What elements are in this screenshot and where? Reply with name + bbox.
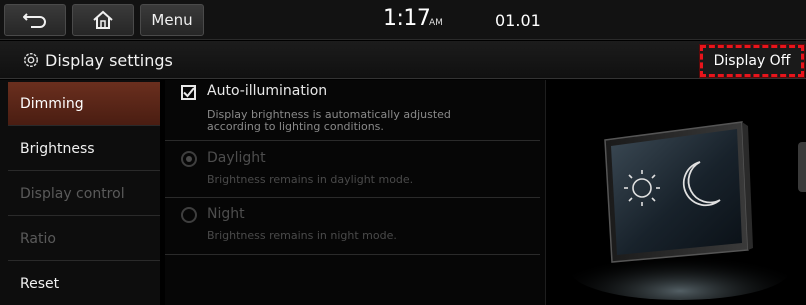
auto-illumination-checkbox[interactable] <box>181 85 196 100</box>
divider <box>165 254 540 255</box>
daylight-desc: Brightness remains in daylight mode. <box>207 173 414 186</box>
page-title: Display settings <box>45 51 173 70</box>
auto-illumination-option[interactable]: Auto-illumination Display brightness is … <box>165 80 540 140</box>
home-icon <box>93 10 113 29</box>
sidebar-item-label: Brightness <box>20 140 95 157</box>
night-label: Night <box>207 206 245 222</box>
menu-button[interactable]: Menu <box>140 4 204 36</box>
sidebar-item-label: Reset <box>20 276 60 292</box>
sidebar-item-ratio: Ratio <box>8 217 160 261</box>
home-button[interactable] <box>72 4 134 36</box>
side-handle[interactable] <box>798 142 806 192</box>
dimming-options-panel: Auto-illumination Display brightness is … <box>165 80 545 305</box>
night-radio <box>181 207 197 223</box>
back-arrow-icon <box>23 13 46 28</box>
sidebar-item-display-control: Display control <box>8 172 160 216</box>
display-off-button[interactable]: Display Off <box>699 44 805 78</box>
daylight-radio <box>181 151 197 167</box>
panel-separator <box>545 80 546 305</box>
menu-button-label: Menu <box>151 11 193 29</box>
sidebar-item-dimming[interactable]: Dimming <box>8 82 160 126</box>
night-option: Night Brightness remains in night mode. <box>165 198 540 254</box>
auto-illumination-desc-line2: according to lighting conditions. <box>207 120 384 133</box>
clock-date: 01.01 <box>495 11 541 30</box>
back-button[interactable] <box>4 4 66 36</box>
title-bar: Display settings Display Off <box>0 41 806 79</box>
display-illustration <box>570 121 790 300</box>
checkmark-icon <box>183 87 195 98</box>
sidebar: Dimming Brightness Display control Ratio… <box>0 80 160 305</box>
night-desc: Brightness remains in night mode. <box>207 229 397 242</box>
sidebar-item-brightness[interactable]: Brightness <box>8 127 160 171</box>
auto-illumination-label: Auto-illumination <box>207 83 328 99</box>
clock-time: 1:17 <box>383 6 431 31</box>
sidebar-item-reset[interactable]: Reset <box>8 262 160 305</box>
daylight-label: Daylight <box>207 150 266 166</box>
status-bar: Menu 1:17 AM 01.01 <box>0 0 806 40</box>
daylight-option: Daylight Brightness remains in daylight … <box>165 141 540 197</box>
display-off-label: Display Off <box>713 53 791 69</box>
sidebar-item-label: Dimming <box>20 95 84 112</box>
sidebar-item-label: Display control <box>20 185 125 202</box>
sidebar-item-label: Ratio <box>20 230 56 247</box>
gear-icon <box>23 52 39 68</box>
clock-ampm: AM <box>429 18 443 28</box>
